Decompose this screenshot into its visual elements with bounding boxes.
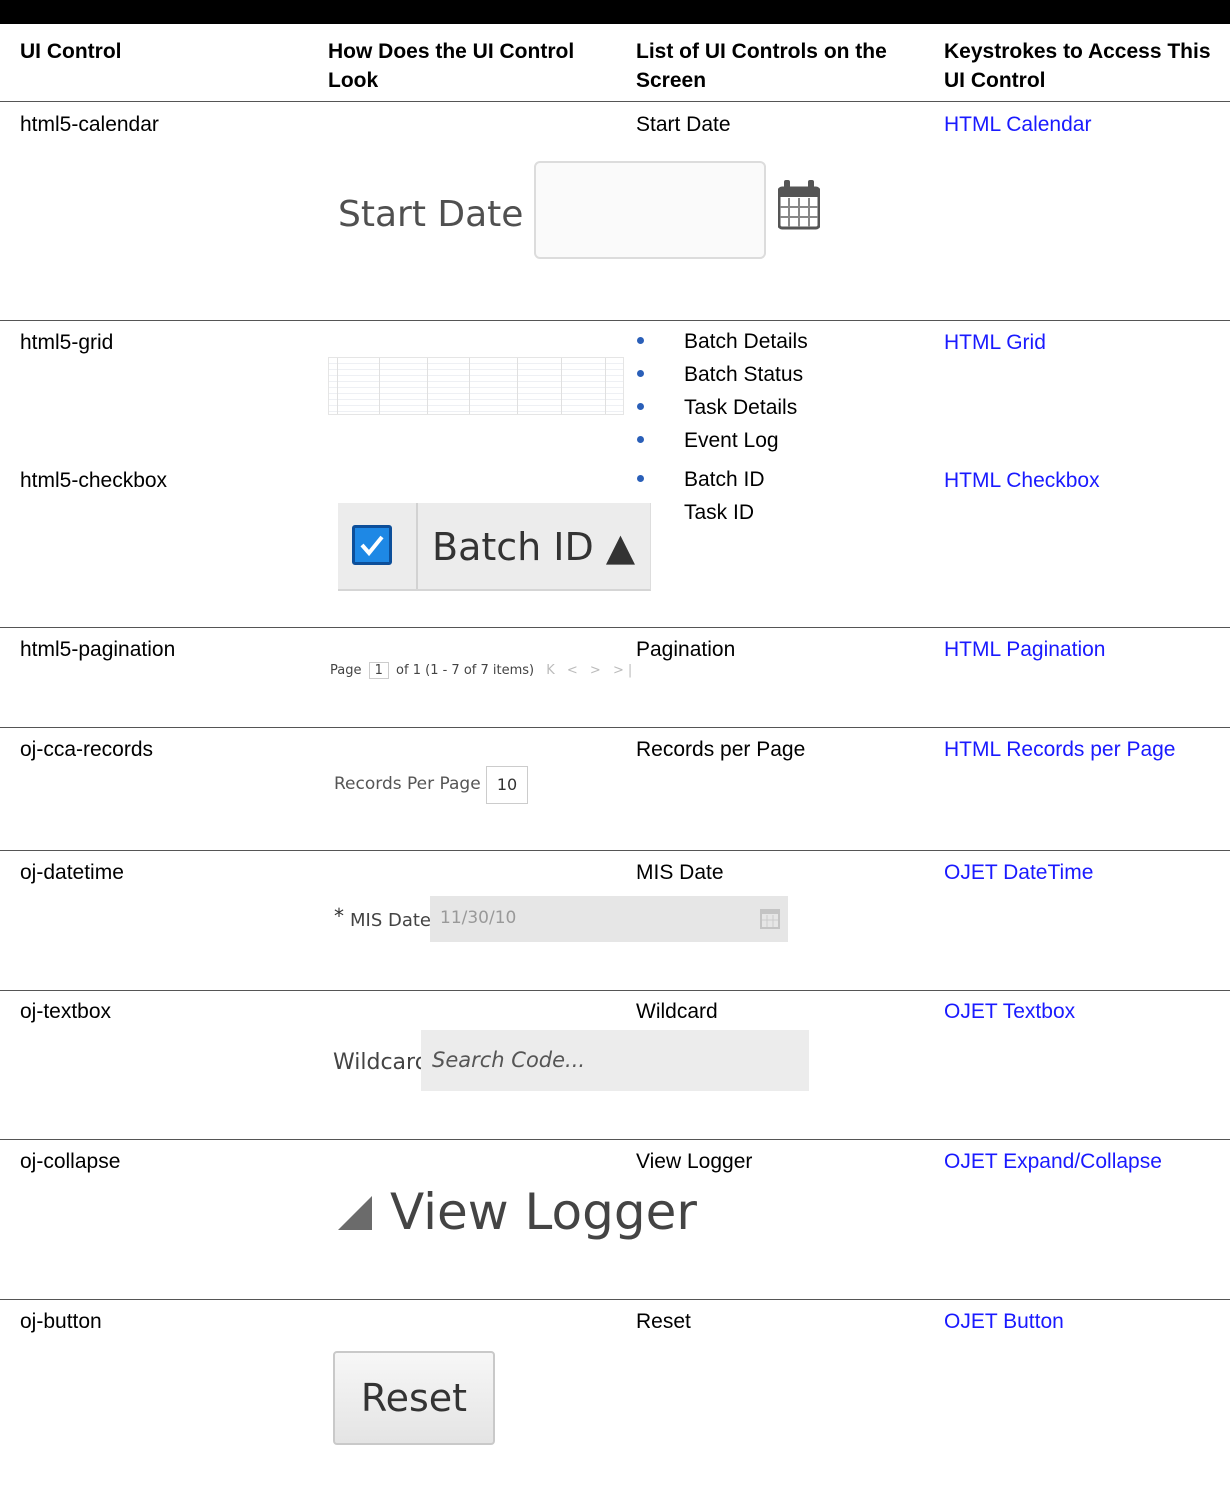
required-marker: * (334, 904, 344, 928)
checkbox-column-label: Batch ID ▲ (432, 525, 636, 569)
header-ui-control: UI Control (20, 40, 122, 63)
control-list-item: Batch ID (634, 463, 765, 496)
control-name: oj-button (20, 1310, 102, 1333)
calendar-icon[interactable] (777, 180, 821, 236)
control-list-item: Records per Page (636, 738, 806, 761)
control-name: oj-collapse (20, 1150, 121, 1173)
keystroke-link[interactable]: HTML Pagination (944, 635, 1105, 664)
control-list: Batch Details Batch Status Task Details … (634, 325, 808, 457)
control-list-item: Batch Status (634, 358, 808, 391)
control-name: html5-pagination (20, 638, 176, 661)
control-list-item: Task Details (634, 391, 808, 424)
control-name: oj-cca-records (20, 738, 154, 761)
row-divider (0, 1299, 1230, 1300)
control-list-item: View Logger (636, 1150, 753, 1173)
calendar-field-label: Start Date (338, 194, 524, 235)
reset-button[interactable]: Reset (333, 1351, 495, 1445)
collapse-triangle-icon[interactable] (338, 1196, 372, 1230)
control-name: oj-textbox (20, 1000, 112, 1023)
keystroke-link[interactable]: OJET Button (944, 1307, 1064, 1336)
control-list-item: Event Log (634, 424, 808, 457)
keystroke-link[interactable]: OJET Textbox (944, 997, 1075, 1026)
pagination-bar: Page 1 of 1 (1 - 7 of 7 items) K < > >| (330, 662, 636, 679)
calendar-input[interactable] (534, 161, 766, 259)
control-list-item: Wildcard (636, 1000, 718, 1023)
checkbox[interactable] (352, 525, 392, 565)
control-name: html5-checkbox (20, 469, 168, 492)
mis-date-label: MIS Date (350, 910, 432, 931)
checkbox-cell (338, 503, 418, 589)
pagination-nav-icons[interactable]: K < > >| (546, 663, 636, 678)
header-list-controls: List of UI Controls on the Screen (636, 40, 887, 92)
wildcard-placeholder: Search Code... (432, 1048, 586, 1072)
calendar-icon[interactable] (760, 907, 780, 935)
keystroke-link[interactable]: OJET Expand/Collapse (944, 1147, 1162, 1176)
grid-thumbnail (328, 357, 624, 415)
row-divider (0, 727, 1230, 728)
records-per-page-label: Records Per Page (334, 774, 481, 794)
control-list-item: Batch Details (634, 325, 808, 358)
keystroke-link[interactable]: HTML Checkbox (944, 466, 1100, 495)
control-list-item: Pagination (636, 638, 736, 661)
keystroke-link[interactable]: HTML Records per Page (944, 735, 1175, 764)
control-name: oj-datetime (20, 861, 124, 884)
control-list-item: MIS Date (636, 861, 724, 884)
check-icon (360, 535, 384, 557)
mis-date-value: 11/30/10 (440, 908, 517, 928)
header-keystrokes: Keystrokes to Access This UI Control (944, 40, 1211, 92)
row-divider (0, 627, 1230, 628)
control-list-item: Start Date (636, 113, 731, 136)
control-name: html5-calendar (20, 113, 159, 136)
view-logger-label[interactable]: View Logger (390, 1183, 697, 1241)
pagination-total: of 1 (396, 663, 421, 678)
pagination-prefix: Page (330, 663, 362, 678)
keystroke-link[interactable]: OJET DateTime (944, 858, 1093, 887)
control-name: html5-grid (20, 331, 114, 354)
keystroke-link[interactable]: HTML Calendar (944, 110, 1091, 139)
checkbox-column-header: Batch ID ▲ (338, 503, 651, 591)
control-list-item: Reset (636, 1310, 691, 1333)
control-list: Batch ID Task ID (634, 463, 765, 529)
top-rule (0, 0, 1230, 24)
keystroke-link[interactable]: HTML Grid (944, 328, 1046, 357)
wildcard-label: Wildcard (333, 1050, 429, 1075)
row-divider (0, 990, 1230, 991)
records-per-page-input[interactable]: 10 (486, 766, 528, 804)
row-divider (0, 101, 1230, 102)
page-number-input[interactable]: 1 (368, 662, 389, 679)
row-divider (0, 320, 1230, 321)
control-list-item: Task ID (634, 496, 765, 529)
pagination-range: (1 - 7 of 7 items) (425, 663, 535, 678)
row-divider (0, 850, 1230, 851)
header-how-look: How Does the UI Control Look (328, 40, 575, 92)
row-divider (0, 1139, 1230, 1140)
